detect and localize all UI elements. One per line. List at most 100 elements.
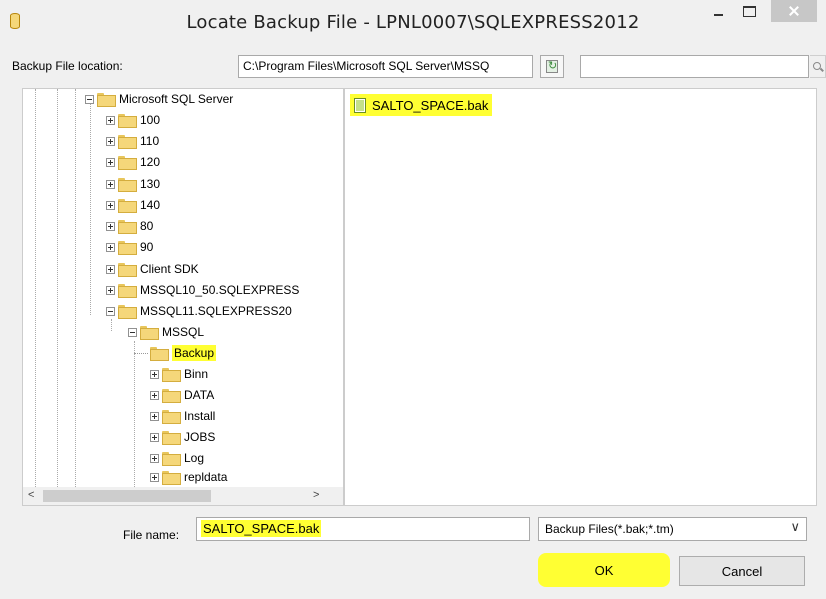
tree-item-microsoft-sql-server[interactable]: Microsoft SQL Server: [85, 89, 233, 109]
expand-icon[interactable]: [150, 432, 159, 442]
tree-item-label: Install: [184, 409, 216, 423]
file-item[interactable]: SALTO_SPACE.bak: [350, 94, 493, 116]
search-icon[interactable]: [810, 55, 826, 78]
tree-item-mssql10-50[interactable]: MSSQL10_50.SQLEXPRESS: [106, 280, 299, 300]
folder-icon: [162, 389, 181, 403]
tree-item-label: 110: [140, 134, 160, 148]
folder-open-icon: [140, 326, 159, 340]
folder-icon: [118, 114, 137, 128]
tree-item-mssql[interactable]: MSSQL: [128, 322, 204, 342]
file-list[interactable]: SALTO_SPACE.bak: [344, 88, 817, 506]
folder-icon: [118, 156, 137, 170]
expand-icon[interactable]: [106, 285, 115, 295]
expand-icon[interactable]: [150, 411, 159, 421]
refresh-icon: [546, 59, 558, 73]
tree-item-label: 140: [140, 198, 161, 212]
tree-item-label: 120: [140, 155, 161, 169]
expand-icon[interactable]: [150, 472, 159, 482]
expand-icon[interactable]: [106, 200, 115, 210]
collapse-icon[interactable]: [128, 327, 137, 337]
window-title: Locate Backup File - LPNL0007\SQLEXPRESS…: [186, 12, 640, 33]
tree-item-label: Client SDK: [140, 262, 199, 276]
tree-item-100[interactable]: 100: [106, 110, 160, 130]
tree-guide-line: [75, 89, 76, 487]
folder-icon: [118, 178, 137, 192]
expand-icon[interactable]: [106, 115, 115, 125]
folder-icon: [162, 431, 181, 445]
tree-item-label: DATA: [184, 388, 215, 402]
scroll-thumb[interactable]: [43, 490, 211, 502]
tree-item-jobs[interactable]: JOBS: [150, 427, 215, 447]
expand-icon[interactable]: [106, 157, 115, 167]
refresh-button[interactable]: [540, 55, 564, 78]
folder-open-icon: [118, 305, 137, 319]
tree-item-backup[interactable]: Backup: [134, 343, 217, 363]
tree-item-140[interactable]: 140: [106, 195, 160, 215]
ok-button-label: OK: [594, 562, 614, 578]
folder-icon: [118, 199, 137, 213]
expand-icon[interactable]: [106, 242, 115, 252]
tree-item-data[interactable]: DATA: [150, 385, 214, 405]
file-type-filter-value: Backup Files(*.bak;*.tm): [545, 522, 674, 536]
folder-icon: [162, 452, 181, 466]
file-item-name: SALTO_SPACE.bak: [372, 97, 489, 113]
ok-button[interactable]: OK: [538, 553, 670, 587]
maximize-button[interactable]: [735, 0, 761, 22]
expand-icon[interactable]: [150, 453, 159, 463]
expand-icon[interactable]: [106, 221, 115, 231]
tree-item-label: 80: [140, 219, 154, 233]
tree-item-log[interactable]: Log: [150, 448, 204, 468]
scroll-right-icon[interactable]: >: [313, 489, 319, 501]
tree-item-120[interactable]: 120: [106, 152, 160, 172]
chevron-down-icon: ∨: [790, 520, 800, 535]
file-name-label: File name:: [123, 528, 180, 542]
folder-icon: [162, 471, 181, 485]
search-input[interactable]: [580, 55, 809, 78]
tree-connector: [134, 352, 148, 354]
tree-item-label: 130: [140, 177, 161, 191]
collapse-icon[interactable]: [85, 94, 94, 104]
folder-icon: [162, 368, 181, 382]
tree-item-label: Microsoft SQL Server: [119, 92, 234, 106]
collapse-icon[interactable]: [106, 306, 115, 316]
tree-item-mssql11[interactable]: MSSQL11.SQLEXPRESS20: [106, 301, 292, 321]
tree-guide-line: [57, 89, 58, 487]
tree-item-client-sdk[interactable]: Client SDK: [106, 259, 199, 279]
folder-icon: [118, 241, 137, 255]
cancel-button[interactable]: Cancel: [679, 556, 805, 586]
close-button[interactable]: [771, 0, 817, 22]
folder-tree[interactable]: Microsoft SQL Server 100 110 120 130 140…: [22, 88, 344, 506]
tree-item-110[interactable]: 110: [106, 131, 159, 151]
backup-file-icon: [354, 97, 366, 113]
folder-icon: [118, 220, 137, 234]
minimize-button[interactable]: [705, 0, 731, 22]
tree-item-label: MSSQL11.SQLEXPRESS20: [140, 304, 292, 318]
folder-icon: [118, 263, 137, 277]
tree-item-80[interactable]: 80: [106, 216, 153, 236]
tree-item-130[interactable]: 130: [106, 174, 160, 194]
tree-item-label: MSSQL10_50.SQLEXPRESS: [140, 283, 300, 297]
tree-item-install[interactable]: Install: [150, 406, 215, 426]
scroll-left-icon[interactable]: <: [28, 489, 34, 501]
tree-item-binn[interactable]: Binn: [150, 364, 208, 384]
tree-item-label: repldata: [184, 470, 228, 484]
expand-icon[interactable]: [106, 264, 115, 274]
tree-horizontal-scrollbar[interactable]: < >: [23, 487, 343, 505]
folder-icon: [118, 284, 137, 298]
expand-icon[interactable]: [106, 179, 115, 189]
expand-icon[interactable]: [106, 136, 115, 146]
folder-icon: [162, 410, 181, 424]
tree-item-repldata[interactable]: repldata: [150, 467, 227, 487]
expand-icon[interactable]: [150, 369, 159, 379]
backup-location-path[interactable]: C:\Program Files\Microsoft SQL Server\MS…: [238, 55, 533, 78]
expand-icon[interactable]: [150, 390, 159, 400]
folder-open-icon: [150, 347, 169, 361]
tree-item-label: 90: [140, 240, 154, 254]
tree-item-90[interactable]: 90: [106, 237, 153, 257]
backup-location-label: Backup File location:: [12, 59, 123, 73]
tree-item-label: JOBS: [184, 430, 216, 444]
file-type-filter[interactable]: Backup Files(*.bak;*.tm) ∨: [538, 517, 807, 541]
tree-guide-line: [35, 89, 36, 487]
tree-item-label: MSSQL: [162, 325, 205, 339]
file-name-input[interactable]: SALTO_SPACE.bak: [196, 517, 530, 541]
